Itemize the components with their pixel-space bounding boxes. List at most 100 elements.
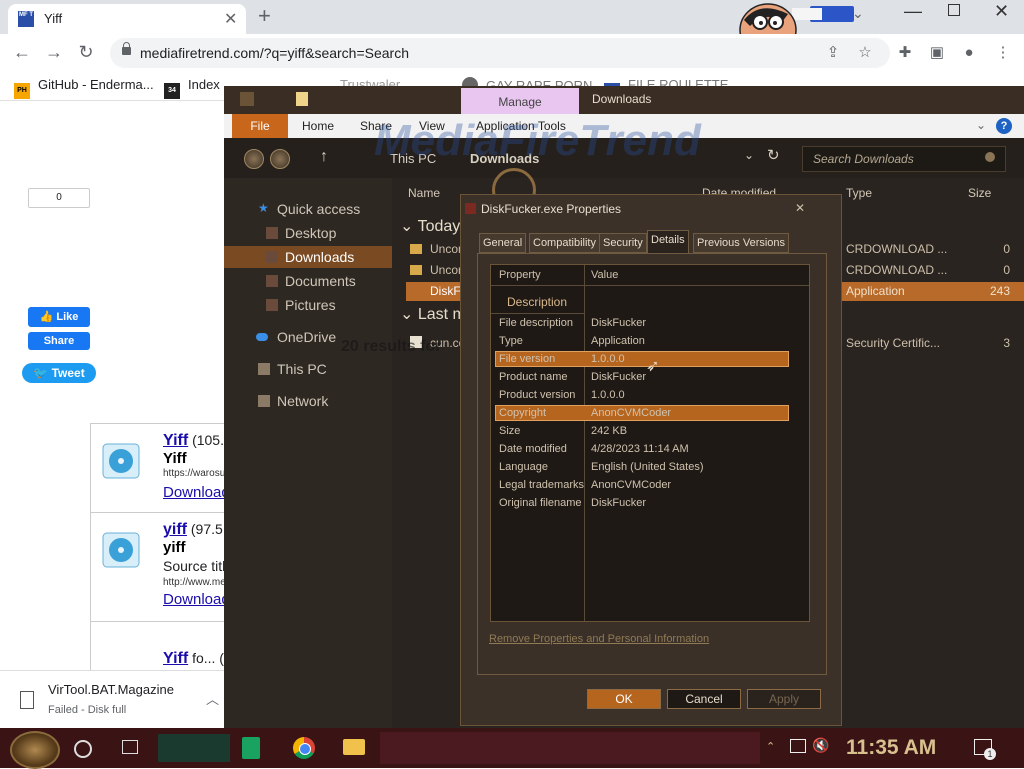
result-download-link[interactable]: Download xyxy=(163,484,230,501)
task-view-icon[interactable] xyxy=(122,740,138,754)
new-tab-button[interactable]: + xyxy=(258,3,271,29)
search-downloads-input[interactable]: Search Downloads xyxy=(802,146,1006,172)
property-value[interactable]: 4/28/2023 11:14 AM xyxy=(591,443,689,455)
forward-gear-icon[interactable] xyxy=(270,149,290,169)
help-icon[interactable]: ? xyxy=(996,118,1012,134)
result-title-link[interactable]: yiff xyxy=(163,521,187,538)
window-minimize-button[interactable]: — xyxy=(904,1,922,22)
back-gear-icon[interactable] xyxy=(244,149,264,169)
url-text[interactable]: mediafiretrend.com/?q=yiff&search=Search xyxy=(140,45,409,61)
star-icon: ★ xyxy=(258,201,269,215)
nav-pictures[interactable]: Pictures xyxy=(224,294,392,316)
nav-this-pc[interactable]: This PC xyxy=(224,358,392,380)
window-close-button[interactable]: ✕ xyxy=(994,1,1009,22)
share-icon[interactable]: ⇪ xyxy=(824,44,842,62)
facebook-share-button[interactable]: Share xyxy=(28,332,90,350)
ribbon-expand-chevron-icon[interactable]: ⌄ xyxy=(976,118,986,132)
file-name[interactable]: DiskF xyxy=(430,284,461,298)
apply-button[interactable]: Apply xyxy=(747,689,821,709)
cancel-button[interactable]: Cancel xyxy=(667,689,741,709)
google-sheets-icon[interactable] xyxy=(242,737,260,759)
kebab-menu-icon[interactable]: ⋮ xyxy=(994,44,1012,62)
property-name: Legal trademarks xyxy=(499,479,584,491)
side-panel-icon[interactable]: ▣ xyxy=(928,44,946,62)
file-explorer-icon[interactable] xyxy=(343,739,365,755)
column-header-name[interactable]: Name xyxy=(408,186,440,200)
property-value[interactable]: 242 KB xyxy=(591,425,627,437)
tab-security[interactable]: Security xyxy=(599,233,647,253)
chrome-icon[interactable] xyxy=(293,737,315,759)
property-value[interactable]: 1.0.0.0 xyxy=(591,353,625,365)
dialog-close-icon[interactable]: ✕ xyxy=(795,201,805,215)
browser-tab-active[interactable]: MF T Yiff ✕ xyxy=(8,4,246,34)
property-value[interactable]: Application xyxy=(591,335,645,347)
property-value[interactable]: DiskFucker xyxy=(591,371,646,383)
grid-header-property[interactable]: Property xyxy=(499,269,541,281)
property-value[interactable]: AnonCVMCoder xyxy=(591,479,671,491)
property-value[interactable]: DiskFucker xyxy=(591,317,646,329)
bookmark-github[interactable]: PH GitHub - Enderma... xyxy=(14,77,154,99)
column-header-size[interactable]: Size xyxy=(968,186,991,200)
grid-header-value[interactable]: Value xyxy=(591,269,618,281)
profile-avatar-icon[interactable]: ● xyxy=(960,44,978,62)
extensions-puzzle-icon[interactable]: ✚ xyxy=(896,44,914,62)
mouse-cursor-icon: ➶ xyxy=(646,358,660,375)
tab-details[interactable]: Details xyxy=(647,230,689,254)
taskbar: ⌃ 🔇 11:35 AM 1 xyxy=(0,728,1024,769)
bookmark-star-icon[interactable]: ☆ xyxy=(856,44,874,62)
twitter-tweet-button[interactable]: 🐦 Tweet xyxy=(22,363,96,383)
show-hidden-icons-chevron[interactable]: ⌃ xyxy=(766,740,775,753)
property-value[interactable]: DiskFucker xyxy=(591,497,646,509)
properties-dialog: DiskFucker.exe Properties ✕ General Comp… xyxy=(460,194,842,726)
tab-general[interactable]: General xyxy=(479,233,527,253)
navigation-pane: ★ Quick access Desktop Downloads Document… xyxy=(224,178,392,728)
chevron-up-icon[interactable]: ︿ xyxy=(206,689,219,708)
refresh-icon[interactable]: ↻ xyxy=(767,146,780,164)
tab-search-chevron-icon[interactable]: ⌄ xyxy=(852,5,864,22)
lock-icon[interactable] xyxy=(122,42,131,55)
dialog-title: DiskFucker.exe Properties xyxy=(481,202,622,216)
cortana-circle-icon[interactable] xyxy=(74,740,92,758)
result-title-link[interactable]: Yiff xyxy=(163,650,188,667)
bookmark-index[interactable]: 34 Index xyxy=(164,77,220,99)
result-download-link[interactable]: Download xyxy=(163,591,230,608)
up-arrow-icon[interactable]: ↑ xyxy=(320,148,328,166)
start-gear-icon[interactable] xyxy=(10,731,60,769)
remove-properties-link[interactable]: Remove Properties and Personal Informati… xyxy=(489,633,709,645)
folder-quick-icon[interactable] xyxy=(296,92,308,106)
tab-previous-versions[interactable]: Previous Versions xyxy=(693,233,790,253)
property-name: Size xyxy=(499,425,521,437)
path-dropdown-icon[interactable]: ⌄ xyxy=(744,148,754,162)
column-header-type[interactable]: Type xyxy=(846,186,872,200)
nav-desktop[interactable]: Desktop xyxy=(224,222,392,244)
result-title-link[interactable]: Yiff xyxy=(163,432,188,449)
explorer-app-icon xyxy=(240,92,254,106)
download-filename[interactable]: VirTool.BAT.Magazine xyxy=(48,682,174,697)
clock[interactable]: 11:35 AM xyxy=(846,736,936,760)
nav-quick-access[interactable]: ★ Quick access xyxy=(224,198,392,220)
window-restore-button[interactable] xyxy=(948,4,960,16)
network-tray-icon[interactable] xyxy=(790,739,806,753)
nav-downloads[interactable]: Downloads xyxy=(224,246,392,268)
tab-close-icon[interactable]: ✕ xyxy=(224,9,237,29)
nav-documents[interactable]: Documents xyxy=(224,270,392,292)
facebook-like-button[interactable]: 👍 Like xyxy=(28,307,90,327)
desktop-icon xyxy=(266,227,278,239)
nav-network[interactable]: Network xyxy=(224,390,392,412)
volume-muted-icon[interactable]: 🔇 xyxy=(812,737,829,754)
property-value[interactable]: English (United States) xyxy=(591,461,704,473)
property-name: Product name xyxy=(499,371,568,383)
forward-arrow-icon[interactable]: → xyxy=(42,40,66,64)
group-header-today[interactable]: ⌄ Today xyxy=(400,216,460,236)
address-bar[interactable]: mediafiretrend.com/?q=yiff&search=Search xyxy=(110,38,890,68)
ribbon-tab-file[interactable]: File xyxy=(232,114,288,138)
ok-button[interactable]: OK xyxy=(587,689,661,709)
ribbon-tab-home[interactable]: Home xyxy=(302,119,334,133)
back-arrow-icon[interactable]: ← xyxy=(10,40,34,64)
ribbon-manage-tab[interactable]: Manage xyxy=(461,88,579,116)
property-value[interactable]: 1.0.0.0 xyxy=(591,389,625,401)
property-value[interactable]: AnonCVMCoder xyxy=(591,407,671,419)
reload-icon[interactable]: ↻ xyxy=(74,40,98,64)
tab-compatibility[interactable]: Compatibility xyxy=(529,233,600,253)
hard-drive-thumbnail-icon xyxy=(99,438,143,484)
